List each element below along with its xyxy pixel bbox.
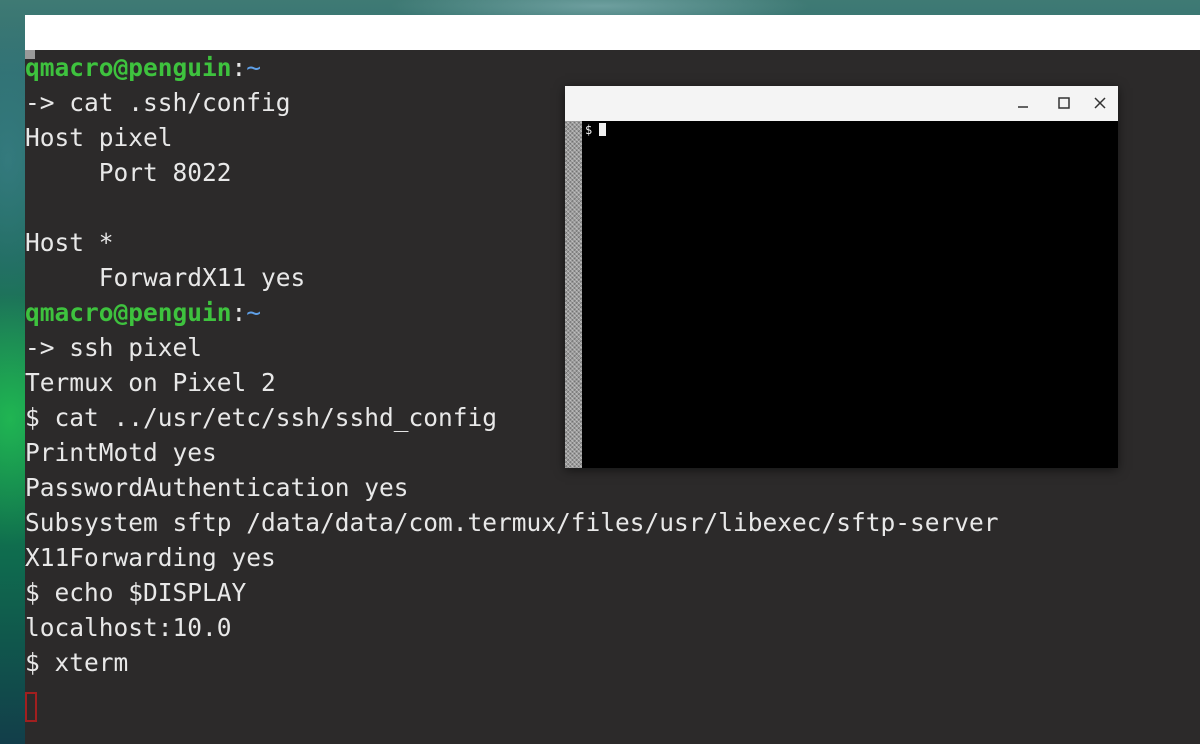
terminal-line: -> ssh pixel [25,333,203,362]
prompt-colon: : [231,53,247,82]
prompt-colon: : [231,298,247,327]
prompt-path: ~ [246,298,262,327]
terminal-line: -> cat .ssh/config [25,88,291,117]
xterm-window[interactable]: $ [565,86,1118,468]
maximize-button[interactable] [1052,92,1076,114]
terminal-titlebar[interactable] [25,15,1200,50]
prompt-user: qmacro@penguin [25,298,232,327]
close-icon [1094,97,1106,109]
terminal-line: localhost:10.0 [25,613,232,642]
prompt-line: qmacro@penguin:~ [25,295,261,330]
terminal-line: ForwardX11 yes [25,263,306,292]
xterm-screen[interactable]: $ [582,121,1118,468]
terminal-line: $ xterm [25,648,129,677]
terminal-line: Host pixel [25,123,173,152]
xterm-prompt: $ [585,123,593,137]
terminal-line: Termux on Pixel 2 [25,368,276,397]
terminal-line: Subsystem sftp /data/data/com.termux/fil… [25,508,999,537]
xterm-cursor [599,123,606,136]
close-button[interactable] [1088,92,1112,114]
terminal-line: X11Forwarding yes [25,543,276,572]
prompt-user: qmacro@penguin [25,53,232,82]
terminal-line: $ echo $DISPLAY [25,578,247,607]
terminal-cursor [25,692,37,722]
terminal-line: Port 8022 [25,158,232,187]
maximize-icon [1058,97,1070,109]
terminal-line: $ cat ../usr/etc/ssh/sshd_config [25,403,498,432]
terminal-line: PasswordAuthentication yes [25,473,409,502]
xterm-scrollbar[interactable] [565,121,582,468]
xterm-titlebar[interactable] [565,86,1118,121]
prompt-path: ~ [246,53,262,82]
prompt-line: qmacro@penguin:~ [25,50,261,85]
minimize-icon [1018,106,1028,108]
minimize-button[interactable] [1011,92,1035,114]
terminal-line: PrintMotd yes [25,438,217,467]
terminal-line: Host * [25,228,114,257]
